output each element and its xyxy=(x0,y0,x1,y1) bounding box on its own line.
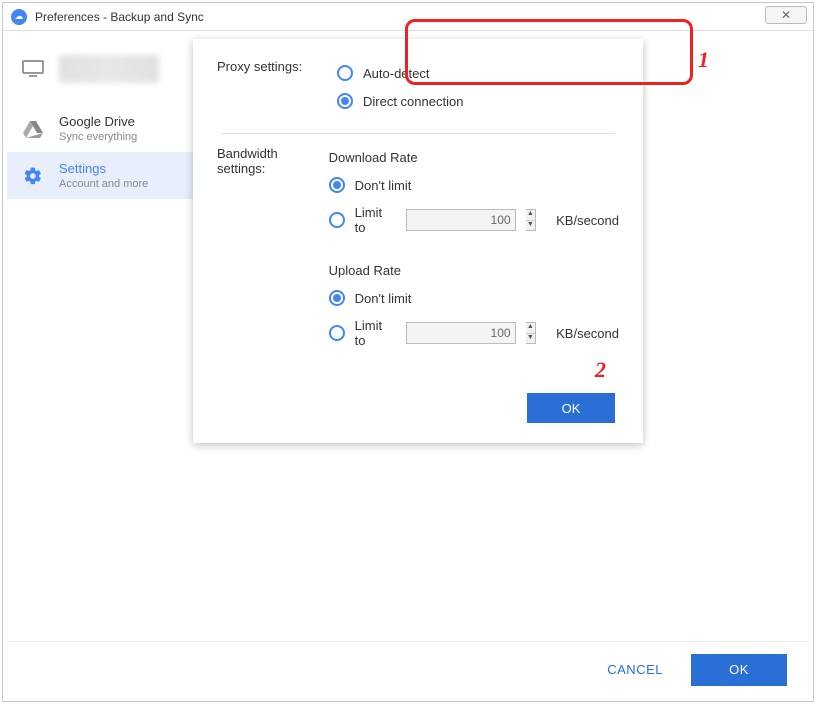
bandwidth-section: Bandwidth settings: Download Rate Don't … xyxy=(193,142,643,358)
sidebar-item-sublabel: Sync everything xyxy=(59,131,137,143)
settings-panel: Proxy settings: Auto-detect Direct conne… xyxy=(193,39,643,443)
radio-icon xyxy=(337,65,353,81)
gear-icon xyxy=(21,167,45,185)
download-unit: KB/second xyxy=(556,213,619,228)
radio-label: Limit to xyxy=(355,318,386,348)
radio-icon xyxy=(337,93,353,109)
down-arrow-icon[interactable]: ▼ xyxy=(526,221,536,231)
proxy-section: Proxy settings: Auto-detect Direct conne… xyxy=(193,39,643,119)
proxy-direct-option[interactable]: Direct connection xyxy=(337,87,619,115)
window-title: Preferences - Backup and Sync xyxy=(35,10,204,24)
panel-ok-button[interactable]: OK xyxy=(527,393,615,423)
drive-icon xyxy=(21,120,45,138)
body-area: Google Drive Sync everything Settings Ac… xyxy=(7,33,809,697)
cloud-glyph: ☁ xyxy=(15,12,24,21)
monitor-icon xyxy=(21,60,45,78)
titlebar: ☁ Preferences - Backup and Sync ✕ xyxy=(3,3,813,31)
download-limit-to-option[interactable]: Limit to ▲▼ KB/second xyxy=(329,199,619,241)
download-limit-spinner[interactable]: ▲▼ xyxy=(526,209,537,231)
proxy-label: Proxy settings: xyxy=(217,59,337,115)
upload-limit-input[interactable] xyxy=(406,322,516,344)
sidebar-item-label: Settings xyxy=(59,161,148,176)
radio-icon xyxy=(329,212,345,228)
ok-button[interactable]: OK xyxy=(691,654,787,686)
upload-limit-to-option[interactable]: Limit to ▲▼ KB/second xyxy=(329,312,619,354)
upload-limit-spinner[interactable]: ▲▼ xyxy=(526,322,537,344)
close-button[interactable]: ✕ xyxy=(765,6,807,24)
bandwidth-label: Bandwidth settings: xyxy=(217,146,329,354)
app-cloud-icon: ☁ xyxy=(11,9,27,25)
radio-label: Auto-detect xyxy=(363,66,430,81)
radio-icon xyxy=(329,290,345,306)
upload-unit: KB/second xyxy=(556,326,619,341)
download-dont-limit-option[interactable]: Don't limit xyxy=(329,171,619,199)
radio-label: Limit to xyxy=(355,205,386,235)
radio-icon xyxy=(329,177,345,193)
download-limit-input[interactable] xyxy=(406,209,516,231)
preferences-window: ☁ Preferences - Backup and Sync ✕ Google… xyxy=(2,2,814,702)
upload-rate-heading: Upload Rate xyxy=(329,263,619,278)
up-arrow-icon[interactable]: ▲ xyxy=(526,323,536,334)
radio-label: Don't limit xyxy=(355,291,412,306)
radio-icon xyxy=(329,325,345,341)
up-arrow-icon[interactable]: ▲ xyxy=(526,210,536,221)
down-arrow-icon[interactable]: ▼ xyxy=(526,334,536,344)
divider xyxy=(221,133,615,134)
cancel-button[interactable]: CANCEL xyxy=(607,662,663,677)
sidebar-item-sublabel: Account and more xyxy=(59,178,148,190)
sidebar: Google Drive Sync everything Settings Ac… xyxy=(7,33,193,697)
footer: CANCEL OK xyxy=(7,641,809,697)
blurred-computer-name xyxy=(59,55,159,83)
sidebar-item-settings[interactable]: Settings Account and more xyxy=(7,152,193,199)
download-rate-heading: Download Rate xyxy=(329,150,619,165)
radio-label: Direct connection xyxy=(363,94,463,109)
upload-dont-limit-option[interactable]: Don't limit xyxy=(329,284,619,312)
sidebar-item-label: Google Drive xyxy=(59,114,137,129)
sidebar-item-google-drive[interactable]: Google Drive Sync everything xyxy=(7,105,193,152)
close-icon: ✕ xyxy=(781,8,791,22)
sidebar-item-computer[interactable] xyxy=(7,33,193,105)
radio-label: Don't limit xyxy=(355,178,412,193)
proxy-auto-detect-option[interactable]: Auto-detect xyxy=(337,59,619,87)
